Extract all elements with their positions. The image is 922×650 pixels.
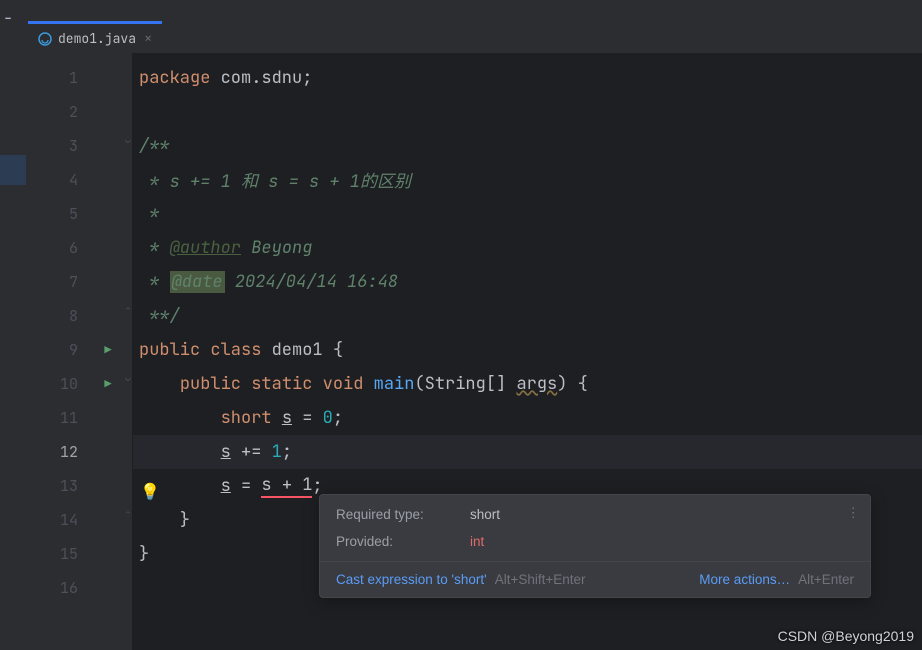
fold-icon[interactable]: ⌃	[122, 303, 134, 315]
fold-icon[interactable]: ⌄	[122, 133, 134, 145]
gutter-row-current: 12	[42, 435, 132, 469]
code-line: * s += 1 和 s = s + 1的区别	[133, 163, 922, 197]
code-line	[133, 95, 922, 129]
code-line-current: s += 1;	[133, 435, 922, 469]
gutter-row: 11	[42, 401, 132, 435]
watermark: CSDN @Beyong2019	[778, 628, 914, 644]
quickfix-shortcut: Alt+Shift+Enter	[495, 572, 586, 587]
javadoc-date-tag: @date	[170, 271, 225, 293]
error-expression: s + 1	[261, 474, 312, 498]
tooltip-provided-value: int	[470, 534, 484, 549]
gutter-row: 5	[42, 197, 132, 231]
gutter-row: 1	[42, 61, 132, 95]
tab-close-icon[interactable]: ×	[144, 30, 152, 48]
tooltip-provided-label: Provided:	[336, 534, 446, 549]
code-line: /**	[133, 129, 922, 163]
code-line: public class demo1 {	[133, 333, 922, 367]
gutter-row: 14	[42, 503, 132, 537]
fold-icon[interactable]: ⌄	[122, 371, 134, 383]
code-line: short s = 0;	[133, 401, 922, 435]
gutter-row: 7	[42, 265, 132, 299]
code-line: public static void main(String[] args) {	[133, 367, 922, 401]
left-gutter-selection	[0, 155, 26, 185]
gutter-row: 9▶	[42, 333, 132, 367]
window-controls: −	[0, 11, 20, 43]
tooltip-required-label: Required type:	[336, 507, 446, 522]
left-strip	[0, 53, 42, 650]
code-line: * @author Beyong	[133, 231, 922, 265]
gutter-row: 8	[42, 299, 132, 333]
code-line: package com.sdnu;	[133, 61, 922, 95]
fold-icon[interactable]: ⌃	[122, 507, 134, 519]
gutter-row: 13	[42, 469, 132, 503]
code-line: **/	[133, 299, 922, 333]
gutter-row: 10▶	[42, 367, 132, 401]
gutter: 1 2 3 4 5 6 7 8 9▶ 10▶ 11 12 13 14 15 16…	[42, 53, 132, 650]
gutter-row: 16	[42, 571, 132, 605]
more-actions-link[interactable]: More actions…	[699, 572, 790, 587]
javadoc-author-tag: @author	[170, 237, 241, 259]
more-actions-shortcut: Alt+Enter	[798, 572, 854, 587]
gutter-row: 4	[42, 163, 132, 197]
minimize-icon[interactable]: −	[0, 11, 16, 27]
tooltip-menu-icon[interactable]: ⋮	[847, 505, 861, 521]
tab-filename: demo1.java	[58, 30, 136, 47]
error-tooltip: ⋮ Required type: short Provided: int Cas…	[319, 494, 871, 598]
run-gutter-icon[interactable]: ▶	[104, 342, 111, 358]
gutter-row: 15	[42, 537, 132, 571]
gutter-row: 6	[42, 231, 132, 265]
gutter-row: 2	[42, 95, 132, 129]
titlebar: − demo1.java ×	[0, 0, 922, 53]
tooltip-required-value: short	[470, 507, 500, 522]
gutter-row: 3	[42, 129, 132, 163]
code-line: *	[133, 197, 922, 231]
quickfix-cast-link[interactable]: Cast expression to 'short'	[336, 572, 487, 587]
run-gutter-icon[interactable]: ▶	[104, 376, 111, 392]
intention-bulb-icon[interactable]: 💡	[140, 481, 160, 502]
code-line: * @date 2024/04/14 16:48	[133, 265, 922, 299]
tab-row: demo1.java ×	[28, 21, 162, 53]
java-file-icon	[38, 32, 52, 46]
tab-demo1[interactable]: demo1.java ×	[28, 21, 162, 53]
